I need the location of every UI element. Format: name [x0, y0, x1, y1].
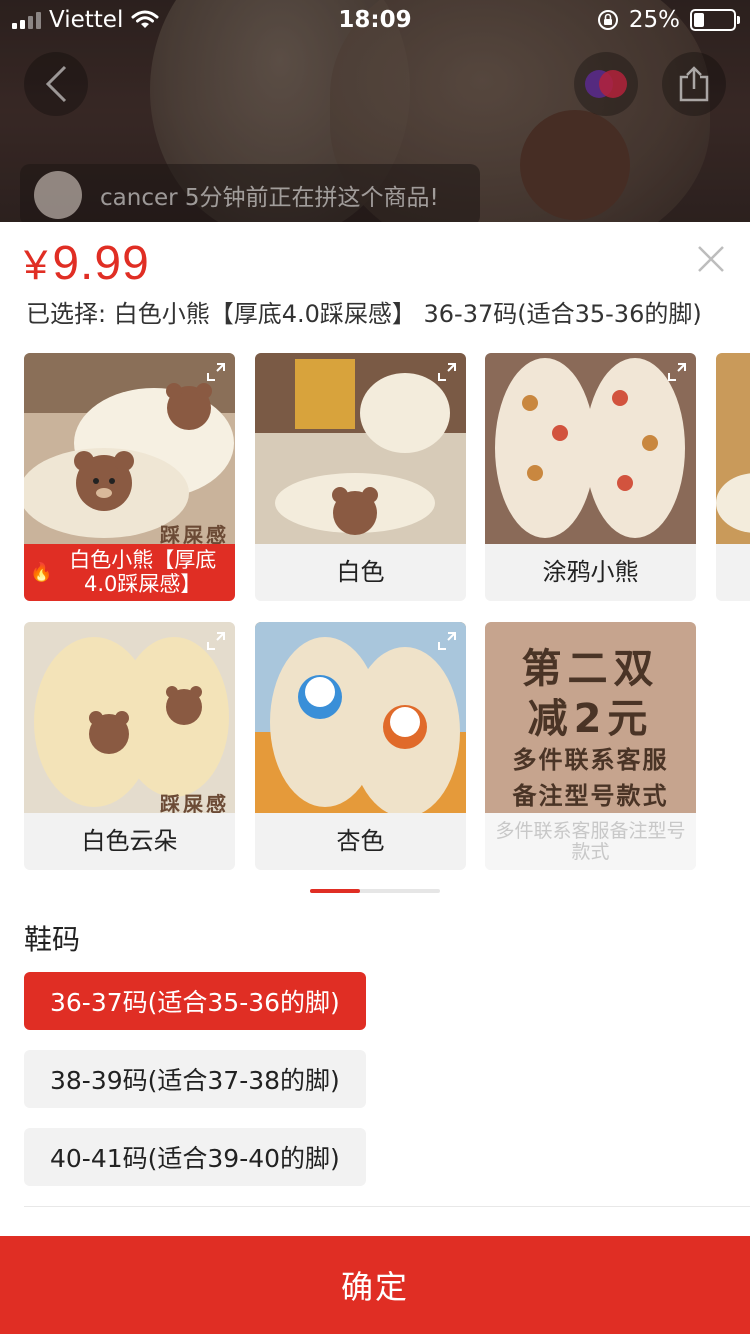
expand-icon[interactable] [436, 361, 458, 383]
variant-image: 踩屎感 [24, 622, 235, 813]
avatar [34, 171, 82, 219]
selected-summary: 已选择: 白色小熊【厚底4.0踩屎感】 36-37码(适合35-36的脚) [26, 300, 702, 328]
close-icon[interactable] [694, 242, 728, 276]
variant-grid[interactable]: 踩屎感 🔥 白色小熊【厚底4.0踩屎感】 白色 涂鸦小熊 踩屎感 白色云朵 杏色… [0, 353, 750, 873]
variant-image [485, 353, 696, 544]
variant-label: 白色云朵 [81, 827, 178, 856]
variant-label: 涂鸦小熊 [542, 558, 639, 587]
confirm-button[interactable]: 确定 [0, 1236, 750, 1334]
back-button[interactable] [24, 52, 88, 116]
variant-label: 白色 [336, 558, 385, 587]
variant-image: 第二双 减2元 多件联系客服 备注型号款式 [485, 622, 696, 813]
orientation-lock-icon [597, 10, 618, 30]
variant-card-contact-service[interactable]: 第二双 减2元 多件联系客服 备注型号款式 多件联系客服备注型号款式 [485, 622, 696, 870]
variant-card-apricot[interactable]: 杏色 [255, 622, 466, 870]
size-option-38-39[interactable]: 38-39码(适合37-38的脚) [24, 1050, 366, 1108]
hot-flame-icon: 🔥 [30, 561, 53, 583]
variant-card-partial[interactable] [716, 353, 750, 601]
share-icon [679, 66, 709, 102]
variant-label: 杏色 [336, 827, 385, 856]
variant-card-white-cloud[interactable]: 踩屎感 白色云朵 [24, 622, 235, 870]
promo-line-2: 减2元 [527, 696, 654, 742]
promo-line-3: 多件联系客服 [512, 746, 669, 774]
size-option-40-41[interactable]: 40-41码(适合39-40的脚) [24, 1128, 366, 1186]
expand-icon[interactable] [666, 361, 688, 383]
expand-icon[interactable] [436, 630, 458, 652]
variant-card-graffiti-bear[interactable]: 涂鸦小熊 [485, 353, 696, 601]
variant-image [716, 353, 750, 544]
grouping-notice-banner: cancer 5分钟前正在拼这个商品! [20, 164, 480, 226]
size-option-36-37[interactable]: 36-37码(适合35-36的脚) [24, 972, 366, 1030]
price-value: 9.99 [52, 237, 150, 290]
sku-selection-sheet: ¥9.99 已选择: 白色小熊【厚底4.0踩屎感】 36-37码(适合35-36… [0, 222, 750, 1334]
currency-symbol: ¥ [24, 241, 49, 288]
grouping-notice-text: cancer 5分钟前正在拼这个商品! [100, 185, 439, 211]
feel-tag-text: 踩屎感 [160, 792, 229, 813]
divider [24, 1206, 750, 1207]
feel-tag-text: 踩屎感 [160, 523, 229, 544]
variant-image [255, 622, 466, 813]
expand-icon[interactable] [205, 630, 227, 652]
promo-line-4: 备注型号款式 [512, 782, 669, 810]
overlap-circles-icon [585, 70, 627, 98]
battery-percent: 25% [628, 7, 680, 33]
chevron-left-icon [45, 65, 67, 103]
variant-image [255, 353, 466, 544]
compare-button[interactable] [574, 52, 638, 116]
variant-card-white-bear-thick[interactable]: 踩屎感 🔥 白色小熊【厚底4.0踩屎感】 [24, 353, 235, 601]
expand-icon[interactable] [205, 361, 227, 383]
size-section-title: 鞋码 [24, 923, 81, 956]
variant-label: 🔥 白色小熊【厚底4.0踩屎感】 [24, 544, 235, 601]
variant-label [716, 544, 750, 601]
price: ¥9.99 [24, 236, 150, 291]
share-button[interactable] [662, 52, 726, 116]
variant-card-white[interactable]: 白色 [255, 353, 466, 601]
variant-image: 踩屎感 [24, 353, 235, 544]
status-bar: Viettel 18:09 25% [0, 0, 750, 40]
battery-icon [690, 9, 740, 31]
variant-label: 多件联系客服备注型号款式 [485, 813, 696, 870]
variant-scroll-indicator [310, 889, 440, 893]
